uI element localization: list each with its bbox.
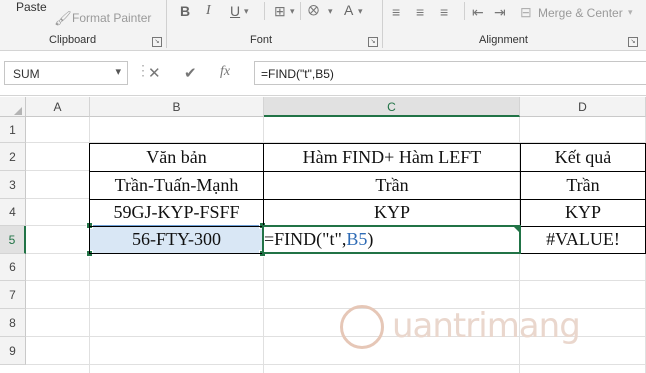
row-header-3[interactable]: 3 <box>0 171 26 199</box>
ribbon-separator <box>166 0 167 48</box>
ribbon-divider <box>300 2 301 20</box>
gridline <box>26 198 90 199</box>
increase-indent-icon[interactable]: ⇥ <box>494 4 506 20</box>
font-group-label: Font <box>250 34 273 46</box>
format-painter-icon: 🖌 <box>54 10 72 26</box>
underline-dropdown-icon[interactable]: ▾ <box>244 3 249 19</box>
cell-b5[interactable]: 56-FTY-300 <box>90 227 263 253</box>
checkmark-icon[interactable]: ✔ <box>184 64 197 82</box>
font-color-button[interactable]: A <box>344 2 353 18</box>
formula-input[interactable]: =FIND("t",B5) <box>254 61 646 85</box>
table-border <box>89 171 646 172</box>
ribbon-divider <box>464 2 465 20</box>
ribbon-separator <box>382 0 383 48</box>
borders-icon[interactable]: ⊞ <box>274 3 286 19</box>
row-header-6[interactable]: 6 <box>0 254 26 281</box>
gridline <box>26 280 646 281</box>
cell-b2[interactable]: Văn bản <box>90 145 263 171</box>
row-header-1[interactable]: 1 <box>0 117 26 143</box>
fill-color-icon[interactable]: ⭙ <box>308 2 319 18</box>
name-box[interactable]: SUM ▾ <box>4 61 128 85</box>
decrease-indent-icon[interactable]: ⇤ <box>472 4 484 20</box>
font-color-dropdown-icon[interactable]: ▾ <box>358 3 363 19</box>
column-header-d[interactable]: D <box>520 97 646 117</box>
cell-c5[interactable]: =FIND("t",B5) <box>264 227 514 253</box>
cell-c3[interactable]: Trần <box>264 173 520 199</box>
paste-button[interactable]: Paste <box>16 0 47 14</box>
cell-reference-b5: B5 <box>346 229 368 249</box>
name-box-dropdown-icon[interactable]: ▾ <box>115 65 121 78</box>
formula-text: =FIND("t",B5) <box>261 67 334 81</box>
merge-center-icon[interactable]: ⊟ <box>520 4 532 20</box>
cell-c4[interactable]: KYP <box>264 200 520 226</box>
font-launcher-icon[interactable]: ↘ <box>368 37 378 47</box>
align-left-icon[interactable]: ≡ <box>392 4 400 20</box>
insert-function-button[interactable]: fx <box>220 64 230 80</box>
gridline <box>26 170 90 171</box>
clipboard-launcher-icon[interactable]: ↘ <box>152 37 162 47</box>
table-border <box>89 143 646 144</box>
row-header-8[interactable]: 8 <box>0 309 26 337</box>
alignment-group-label: Alignment <box>479 34 528 46</box>
alignment-launcher-icon[interactable]: ↘ <box>628 37 638 47</box>
cell-d2[interactable]: Kết quả <box>521 145 645 171</box>
merge-center-button[interactable]: Merge & Center <box>538 6 623 20</box>
watermark-logo-icon <box>340 305 384 349</box>
italic-button[interactable]: I <box>206 3 211 19</box>
watermark-text: uantrimang <box>392 306 581 346</box>
row-header-7[interactable]: 7 <box>0 281 26 309</box>
name-box-value: SUM <box>13 67 40 81</box>
table-border <box>520 253 646 254</box>
cell-d3[interactable]: Trần <box>521 173 645 199</box>
error-indicator-icon <box>514 227 521 234</box>
column-header-b[interactable]: B <box>90 97 264 117</box>
format-painter-button[interactable]: Format Painter <box>72 11 151 25</box>
gridline <box>26 364 646 365</box>
align-center-icon[interactable]: ≡ <box>416 4 424 20</box>
row-header-2[interactable]: 2 <box>0 143 26 171</box>
table-border <box>89 253 264 254</box>
merge-dropdown-icon[interactable]: ▾ <box>628 4 633 20</box>
clipboard-group-label: Clipboard <box>49 34 97 46</box>
gridline <box>26 225 90 226</box>
row-header-4[interactable]: 4 <box>0 199 26 226</box>
cell-c2[interactable]: Hàm FIND+ Hàm LEFT <box>264 145 520 171</box>
cell-b4[interactable]: 59GJ-KYP-FSFF <box>90 200 263 226</box>
column-header-a[interactable]: A <box>26 97 90 117</box>
formula-prefix: =FIND("t", <box>264 229 347 249</box>
align-right-icon[interactable]: ≡ <box>440 4 448 20</box>
borders-dropdown-icon[interactable]: ▾ <box>290 3 295 19</box>
cell-b3[interactable]: Trần-Tuấn-Mạnh <box>90 173 263 199</box>
select-all-button[interactable] <box>0 97 26 117</box>
cancel-icon[interactable]: ✕ <box>148 64 161 82</box>
cell-d5[interactable]: #VALUE! <box>521 227 645 253</box>
ribbon: Paste 🖌 Format Painter Clipboard ↘ B I U… <box>0 0 646 51</box>
row-header-9[interactable]: 9 <box>0 337 26 365</box>
select-all-triangle-icon <box>14 107 22 115</box>
fill-color-dropdown-icon[interactable]: ▾ <box>328 3 333 19</box>
bold-button[interactable]: B <box>180 3 190 19</box>
row-header-5[interactable]: 5 <box>0 226 26 254</box>
cell-d4[interactable]: KYP <box>521 200 645 226</box>
formula-suffix: ) <box>367 229 374 249</box>
column-header-c[interactable]: C <box>264 97 520 117</box>
underline-button[interactable]: U <box>230 3 240 19</box>
ribbon-divider <box>264 2 265 20</box>
